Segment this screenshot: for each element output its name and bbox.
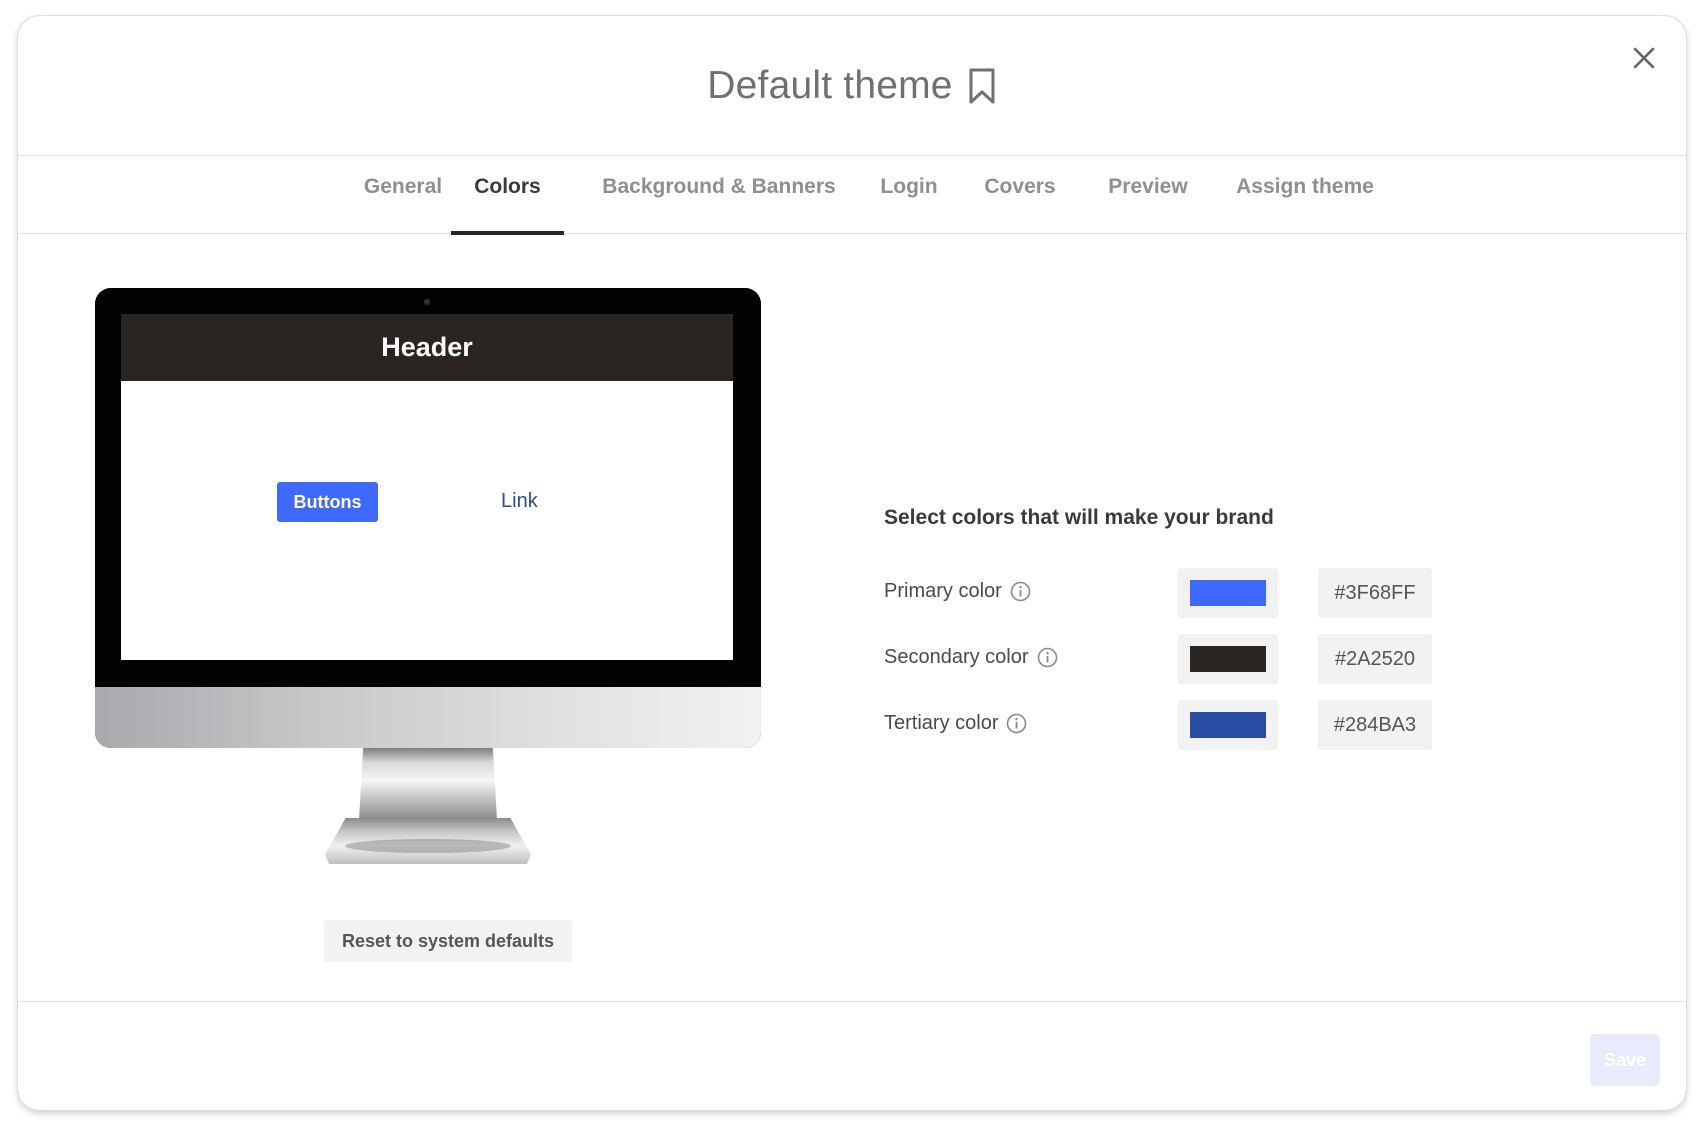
preview-screen: Header Buttons Link xyxy=(121,314,733,660)
tertiary-color-label: Tertiary color xyxy=(884,712,1027,735)
monitor-body: Header Buttons Link xyxy=(95,288,761,748)
monitor-stand-neck xyxy=(359,748,497,820)
close-icon xyxy=(1633,47,1655,69)
preview-link: Link xyxy=(501,490,538,512)
monitor-chin xyxy=(95,687,761,748)
tertiary-color-row: Tertiary color #284BA3 xyxy=(884,700,1444,750)
tab-general[interactable]: General xyxy=(348,156,458,234)
tab-assign-theme[interactable]: Assign theme xyxy=(1218,156,1392,234)
bookmark-icon[interactable] xyxy=(967,67,997,105)
preview-button: Buttons xyxy=(277,482,378,522)
colors-section-title: Select colors that will make your brand xyxy=(884,506,1274,529)
tertiary-color-swatch-button[interactable] xyxy=(1178,700,1278,750)
theme-dialog: Default theme General Colors Background … xyxy=(18,16,1686,1110)
tab-bar: General Colors Background & Banners Logi… xyxy=(18,156,1686,235)
dialog-title-row: Default theme xyxy=(18,16,1686,156)
info-icon[interactable] xyxy=(1006,713,1027,734)
primary-color-swatch-button[interactable] xyxy=(1178,568,1278,618)
tab-login[interactable]: Login xyxy=(864,156,954,234)
info-icon[interactable] xyxy=(1037,647,1058,668)
primary-color-swatch xyxy=(1190,580,1266,606)
tab-preview[interactable]: Preview xyxy=(1093,156,1203,234)
close-button[interactable] xyxy=(1624,38,1664,78)
tab-background-banners[interactable]: Background & Banners xyxy=(590,156,848,234)
camera-dot xyxy=(424,299,430,305)
primary-color-row: Primary color #3F68FF xyxy=(884,568,1444,618)
primary-color-hex-field[interactable]: #3F68FF xyxy=(1318,568,1432,618)
tertiary-color-hex-field[interactable]: #284BA3 xyxy=(1318,700,1432,750)
save-button[interactable]: Save xyxy=(1590,1034,1660,1086)
secondary-color-row: Secondary color #2A2520 xyxy=(884,634,1444,684)
info-icon[interactable] xyxy=(1010,581,1031,602)
secondary-color-hex-field[interactable]: #2A2520 xyxy=(1318,634,1432,684)
secondary-color-swatch-button[interactable] xyxy=(1178,634,1278,684)
preview-header: Header xyxy=(121,314,733,381)
tab-covers[interactable]: Covers xyxy=(968,156,1072,234)
monitor-stand-shadow xyxy=(345,839,511,853)
tertiary-color-swatch xyxy=(1190,712,1266,738)
reset-defaults-button[interactable]: Reset to system defaults xyxy=(324,920,572,962)
footer-divider xyxy=(18,1001,1686,1002)
secondary-color-swatch xyxy=(1190,646,1266,672)
primary-color-label: Primary color xyxy=(884,580,1031,603)
secondary-color-label: Secondary color xyxy=(884,646,1058,669)
tab-colors[interactable]: Colors xyxy=(451,156,564,235)
dialog-title: Default theme xyxy=(707,64,953,107)
monitor-bezel: Header Buttons Link xyxy=(95,288,761,687)
